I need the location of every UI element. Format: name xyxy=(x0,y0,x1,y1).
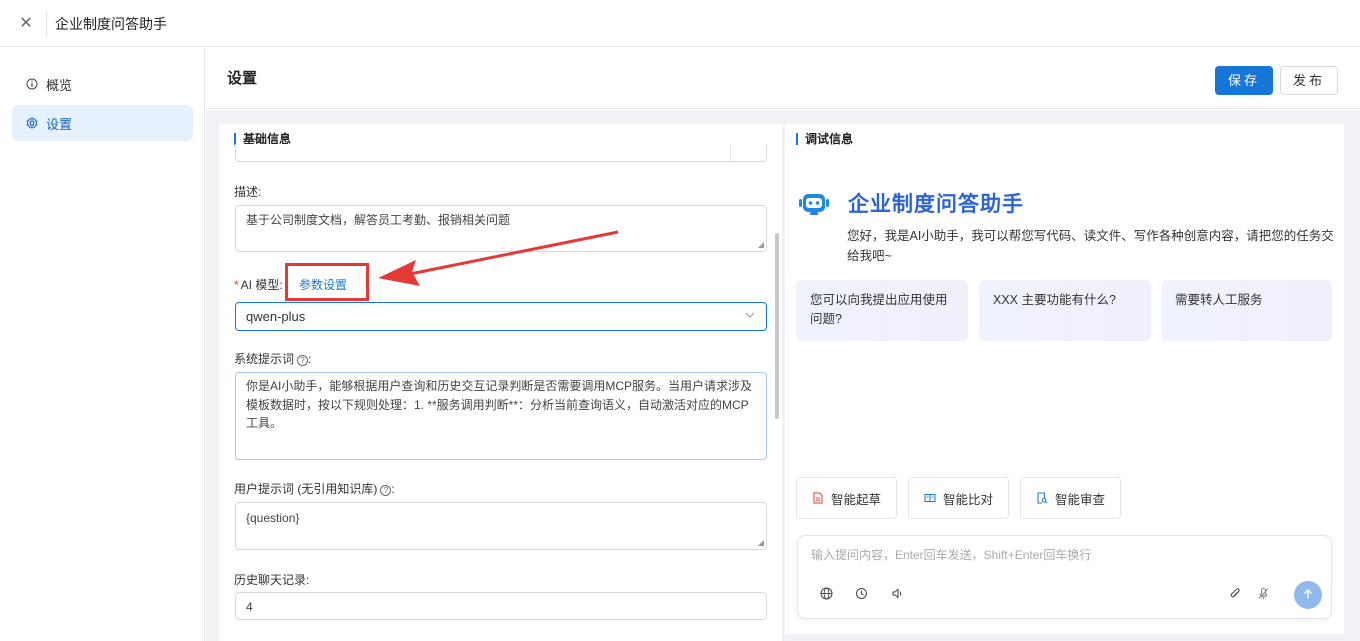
suggestion-card[interactable]: 需要转人工服务 xyxy=(1161,280,1332,341)
history-input[interactable]: 4 xyxy=(235,592,767,620)
sidebar-item-overview[interactable]: 概览 xyxy=(12,66,193,102)
sidebar-item-settings[interactable]: 设置 xyxy=(12,105,193,141)
send-button[interactable] xyxy=(1294,581,1322,609)
name-field[interactable] xyxy=(235,144,767,162)
history-value: 4 xyxy=(246,600,253,614)
top-bar: ✕ 企业制度问答助手 xyxy=(0,0,1360,47)
chat-input[interactable] xyxy=(811,548,1311,562)
review-icon xyxy=(1036,492,1048,504)
page-header: 设置 保存 发布 xyxy=(206,48,1360,109)
document-icon xyxy=(812,492,824,504)
close-icon[interactable]: ✕ xyxy=(14,12,38,36)
suggestion-card[interactable]: XXX 主要功能有什么? xyxy=(979,280,1151,341)
description-label: 描述: xyxy=(234,185,262,199)
app-title: 企业制度问答助手 xyxy=(55,16,167,32)
sidebar: 概览 设置 xyxy=(0,48,205,641)
system-prompt-label: 系统提示词?: xyxy=(234,352,312,366)
tool-label: 智能比对 xyxy=(943,492,994,507)
section-title-debug: 调试信息 xyxy=(796,133,853,145)
suggestion-card[interactable]: 您可以向我提出应用使用问题? xyxy=(796,280,968,341)
smart-compare-button[interactable]: 智能比对 xyxy=(908,477,1009,519)
annotation-highlight-box xyxy=(285,263,369,301)
sidebar-item-label: 设置 xyxy=(46,116,73,132)
greeting-text: 您好，我是AI小助手，我可以帮您写代码、读文件、写作各种创意内容，请把您的任务交… xyxy=(847,229,1334,263)
page-title: 设置 xyxy=(227,70,258,87)
help-icon[interactable]: ? xyxy=(297,355,309,366)
sidebar-item-label: 概览 xyxy=(46,77,73,93)
user-prompt-label-text: 用户提示词 (无引用知识库) xyxy=(234,482,378,496)
model-label: * AI 模型: xyxy=(234,278,283,292)
globe-icon[interactable] xyxy=(819,586,833,600)
system-prompt-value: 你是AI小助手，能够根据用户查询和历史交互记录判断是否需要调用MCP服务。当用户… xyxy=(246,379,753,430)
description-value: 基于公司制度文档，解答员工考勤、报销相关问题 xyxy=(246,213,511,227)
tool-label: 智能起草 xyxy=(831,492,882,507)
system-prompt-textarea[interactable]: 你是AI小助手，能够根据用户查询和历史交互记录判断是否需要调用MCP服务。当用户… xyxy=(235,372,767,460)
name-field-addon xyxy=(730,144,766,161)
model-select-value: qwen-plus xyxy=(246,309,306,324)
compare-icon xyxy=(924,492,936,504)
info-circle-icon xyxy=(26,78,38,90)
user-prompt-value: {question} xyxy=(246,511,300,525)
chevron-down-icon xyxy=(744,309,756,324)
settings-icon xyxy=(26,117,38,129)
arrow-up-icon xyxy=(1302,588,1314,603)
system-prompt-label-text: 系统提示词 xyxy=(234,352,295,366)
user-prompt-textarea[interactable]: {question} ◢ xyxy=(235,502,767,550)
history-icon[interactable] xyxy=(854,586,868,600)
annotation-arrow-icon xyxy=(378,230,619,286)
smart-review-button[interactable]: 智能审查 xyxy=(1020,477,1121,519)
speaker-icon[interactable] xyxy=(890,586,904,600)
help-icon[interactable]: ? xyxy=(380,485,392,496)
mic-off-icon[interactable] xyxy=(1256,586,1270,600)
tool-label: 智能审查 xyxy=(1055,492,1106,507)
smart-draft-button[interactable]: 智能起草 xyxy=(796,477,897,519)
chat-composer xyxy=(797,535,1332,619)
model-label-text: AI 模型: xyxy=(240,278,283,292)
history-label: 历史聊天记录: xyxy=(234,573,310,587)
topbar-divider xyxy=(46,10,47,38)
attachment-icon[interactable] xyxy=(1228,586,1242,600)
bot-name: 企业制度问答助手 xyxy=(848,193,1024,216)
robot-icon xyxy=(797,188,831,221)
resize-handle-icon[interactable]: ◢ xyxy=(758,240,764,249)
config-scrollbar[interactable] xyxy=(775,233,779,419)
resize-handle-icon[interactable]: ◢ xyxy=(758,538,764,547)
user-prompt-label: 用户提示词 (无引用知识库)?: xyxy=(234,482,395,496)
publish-button[interactable]: 发布 xyxy=(1280,66,1338,95)
save-button[interactable]: 保存 xyxy=(1215,66,1273,95)
model-select[interactable]: qwen-plus xyxy=(235,302,767,331)
